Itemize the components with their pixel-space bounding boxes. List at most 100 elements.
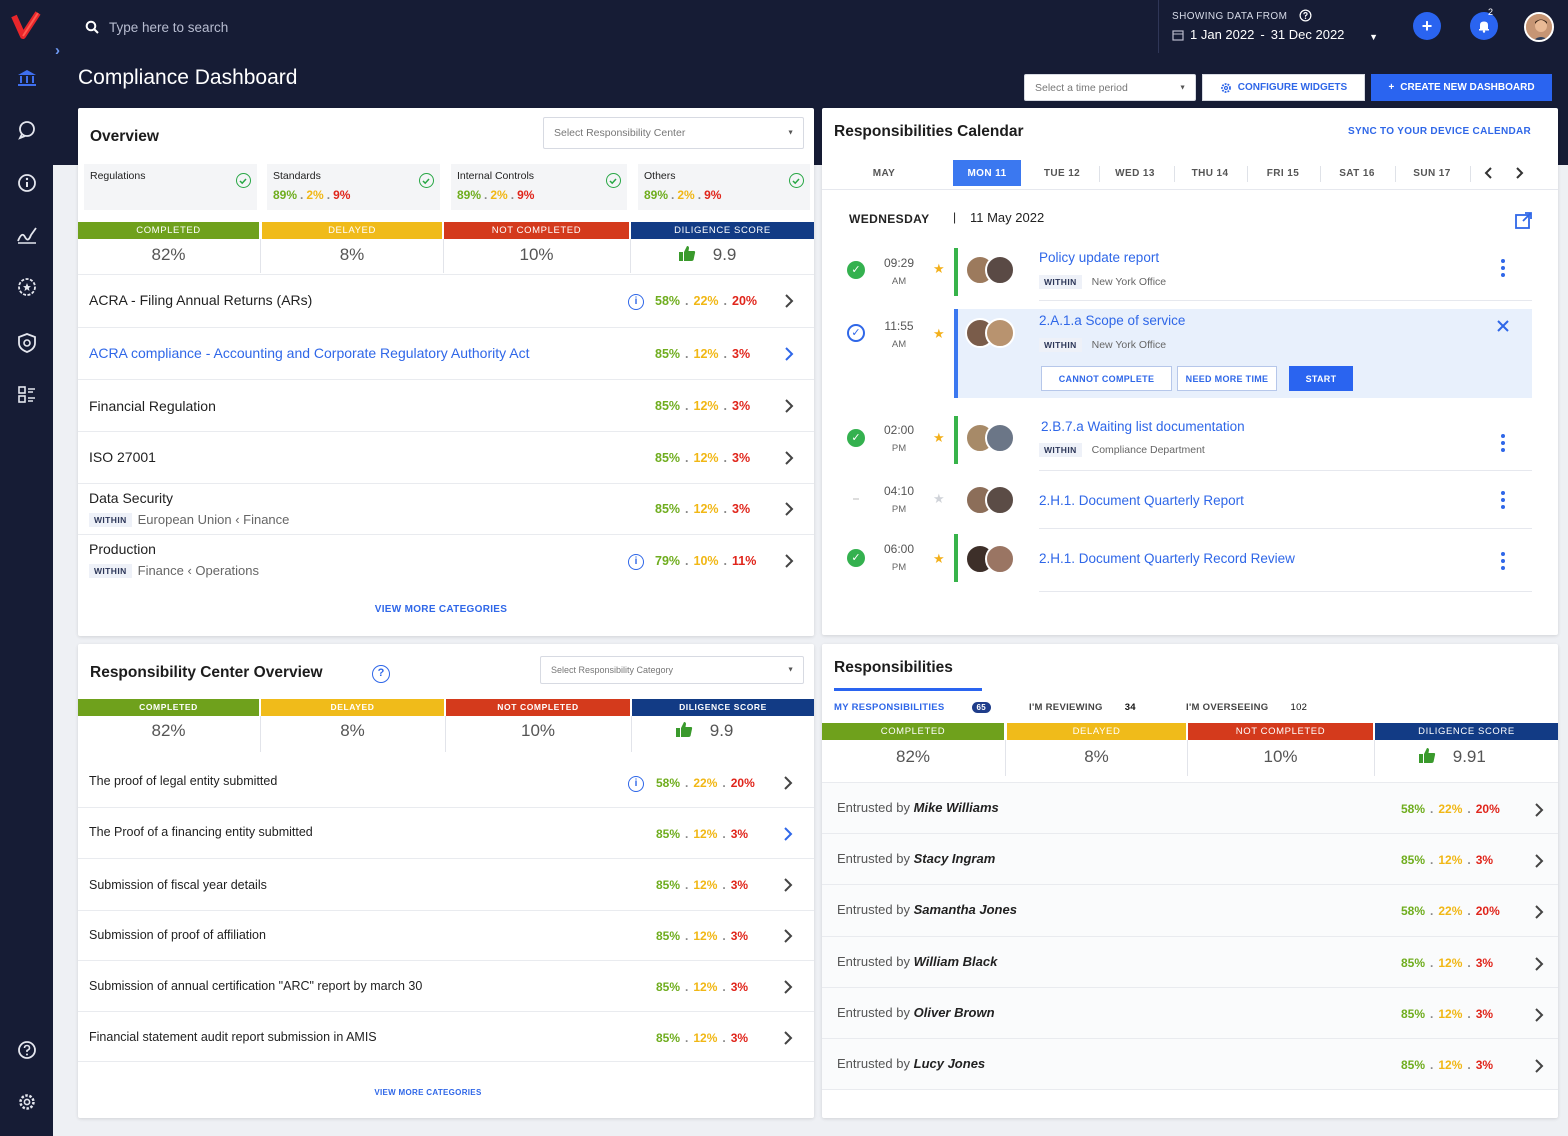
chevron-right-icon[interactable] [780, 1030, 796, 1046]
entrusted-row[interactable]: Entrusted by Lucy Jones 85%. 12%. 3% [822, 1038, 1558, 1090]
event-title[interactable]: Policy update report [1039, 250, 1159, 265]
star-icon[interactable]: ★ [933, 326, 945, 342]
star-icon[interactable]: ★ [933, 261, 945, 277]
info-icon[interactable]: i [628, 554, 644, 570]
tab-reviewing[interactable]: I'M REVIEWING 34 [1029, 702, 1136, 713]
event-title[interactable]: 2.A.1.a Scope of service [1039, 313, 1185, 328]
mini-stat-internal-controls[interactable]: Internal Controls 89%. 2%. 9% [451, 164, 627, 210]
avatar[interactable] [1524, 12, 1554, 42]
create-dashboard-button[interactable]: + CREATE NEW DASHBOARD [1371, 74, 1552, 101]
gear-icon[interactable] [14, 1089, 40, 1115]
event-title[interactable]: 2.H.1. Document Quarterly Record Review [1039, 551, 1295, 566]
list-icon[interactable] [14, 382, 40, 408]
close-icon[interactable] [1496, 319, 1510, 333]
entrusted-row[interactable]: Entrusted by William Black 85%. 12%. 3% [822, 936, 1558, 987]
star-icon[interactable]: ★ [933, 551, 945, 567]
category-row[interactable]: ISO 27001 85%. 12%. 3% [78, 431, 814, 483]
chevron-right-icon[interactable] [1531, 802, 1547, 818]
category-row[interactable]: ACRA - Filing Annual Returns (ARs) i 58%… [78, 274, 814, 326]
responsibility-category-select[interactable]: Select Responsibility Category ▼ [540, 656, 804, 684]
bank-icon[interactable] [14, 65, 40, 91]
chevron-right-icon[interactable] [1531, 853, 1547, 869]
view-more-link[interactable]: VIEW MORE CATEGORIES [78, 604, 804, 615]
entrusted-row[interactable]: Entrusted by Mike Williams 58%. 22%. 20% [822, 782, 1558, 833]
chevron-right-icon[interactable] [780, 826, 796, 842]
signature-icon[interactable] [14, 222, 40, 248]
tab-day-tue-12[interactable]: TUE 12 [1027, 160, 1097, 186]
chevron-right-icon[interactable] [780, 928, 796, 944]
tab-day-thu-14[interactable]: THU 14 [1175, 160, 1245, 186]
chevron-right-icon[interactable] [781, 450, 797, 466]
date-range[interactable]: SHOWING DATA FROM 1 Jan 2022-31 Dec 2022… [1158, 0, 1388, 53]
star-icon[interactable]: ★ [933, 430, 945, 446]
sync-calendar-link[interactable]: SYNC TO YOUR DEVICE CALENDAR [1348, 126, 1531, 137]
badge-icon[interactable] [14, 274, 40, 300]
tab-day-sat-16[interactable]: SAT 16 [1321, 160, 1393, 186]
mini-stat-regulations[interactable]: Regulations [84, 164, 257, 210]
notifications-button[interactable] [1470, 12, 1498, 40]
start-button[interactable]: START [1289, 366, 1353, 391]
chevron-right-icon[interactable] [781, 553, 797, 569]
category-row[interactable]: Submission of fiscal year details 85%. 12… [78, 858, 814, 910]
info-icon[interactable]: i [628, 294, 644, 310]
chevron-left-icon[interactable] [1482, 166, 1496, 180]
external-link-icon[interactable] [1514, 211, 1533, 230]
view-more-link[interactable]: VIEW MORE CATEGORIES [78, 1088, 778, 1097]
chevron-right-icon[interactable] [1531, 956, 1547, 972]
chevron-right-icon[interactable] [781, 293, 797, 309]
checkbox[interactable]: ✓ [847, 324, 865, 342]
category-row[interactable]: Data Security WITHIN European Union ‹ Fin… [78, 483, 814, 534]
mini-stat-others[interactable]: Others 89%. 2%. 9% [638, 164, 810, 210]
more-options-icon[interactable] [1501, 259, 1505, 277]
tab-day-mon-11[interactable]: MON 11 [953, 160, 1021, 186]
responsibility-center-select[interactable]: Select Responsibility Center ▼ [543, 117, 804, 149]
chevron-right-icon[interactable] [1531, 904, 1547, 920]
tab-day-fri-15[interactable]: FRI 15 [1248, 160, 1318, 186]
chevron-right-icon[interactable] [1531, 1058, 1547, 1074]
search-bar[interactable]: Type here to search [85, 16, 485, 38]
category-row[interactable]: The proof of legal entity submitted i 58… [78, 757, 814, 807]
chevron-right-icon[interactable] [781, 501, 797, 517]
entrusted-row[interactable]: Entrusted by Stacy Ingram 85%. 12%. 3% [822, 833, 1558, 884]
chevron-right-icon[interactable] [1512, 166, 1526, 180]
chevron-right-icon[interactable] [780, 979, 796, 995]
category-row[interactable]: ACRA compliance - Accounting and Corpora… [78, 327, 814, 379]
chevron-right-icon[interactable] [1531, 1007, 1547, 1023]
chevron-right-icon[interactable] [781, 346, 797, 362]
more-options-icon[interactable] [1501, 434, 1505, 452]
entrusted-row[interactable]: Entrusted by Samantha Jones 58%. 22%. 20% [822, 884, 1558, 936]
help-icon[interactable]: ? [372, 665, 390, 683]
category-row[interactable]: Production WITHIN Finance ‹ Operations i … [78, 534, 814, 586]
tab-my-responsibilities[interactable]: MY RESPONSIBILITIES 65 [834, 702, 992, 713]
category-row[interactable]: Financial Regulation 85%. 12%. 3% [78, 379, 814, 431]
chevron-right-icon[interactable] [781, 398, 797, 414]
event-title[interactable]: 2.B.7.a Waiting list documentation [1041, 419, 1245, 434]
chevron-right-icon[interactable] [780, 877, 796, 893]
entrusted-row[interactable]: Entrusted by Oliver Brown 85%. 12%. 3% [822, 987, 1558, 1038]
add-button[interactable]: + [1413, 12, 1441, 40]
search-input[interactable]: Type here to search [109, 20, 228, 35]
tab-day-sun-17[interactable]: SUN 17 [1396, 160, 1468, 186]
category-row[interactable]: Submission of proof of affiliation 85%. 1… [78, 910, 814, 960]
time-period-select[interactable]: Select a time period ▼ [1024, 74, 1196, 101]
mini-stat-standards[interactable]: Standards 89%. 2%. 9% [267, 164, 440, 210]
event-title[interactable]: 2.H.1. Document Quarterly Report [1039, 493, 1244, 508]
chat-icon[interactable] [14, 117, 40, 143]
chevron-right-icon[interactable]: › [55, 42, 75, 64]
tab-day-wed-13[interactable]: WED 13 [1100, 160, 1170, 186]
help-icon[interactable] [14, 1037, 40, 1063]
cannot-complete-button[interactable]: CANNOT COMPLETE [1041, 366, 1172, 391]
category-row[interactable]: The Proof of a financing entity submitte… [78, 807, 814, 858]
need-more-time-button[interactable]: NEED MORE TIME [1177, 366, 1277, 391]
more-options-icon[interactable] [1501, 491, 1505, 509]
info-icon[interactable]: i [628, 776, 644, 792]
chevron-right-icon[interactable] [780, 775, 796, 791]
info-icon[interactable] [14, 170, 40, 196]
category-row[interactable]: Financial statement audit report submiss… [78, 1011, 814, 1061]
configure-widgets-button[interactable]: CONFIGURE WIDGETS [1202, 74, 1365, 101]
category-row[interactable]: Submission of annual certification "ARC"… [78, 960, 814, 1011]
more-options-icon[interactable] [1501, 552, 1505, 570]
star-icon[interactable]: ★ [933, 491, 945, 507]
tab-overseeing[interactable]: I'M OVERSEEING 102 [1186, 702, 1307, 713]
shield-icon[interactable] [14, 330, 40, 356]
